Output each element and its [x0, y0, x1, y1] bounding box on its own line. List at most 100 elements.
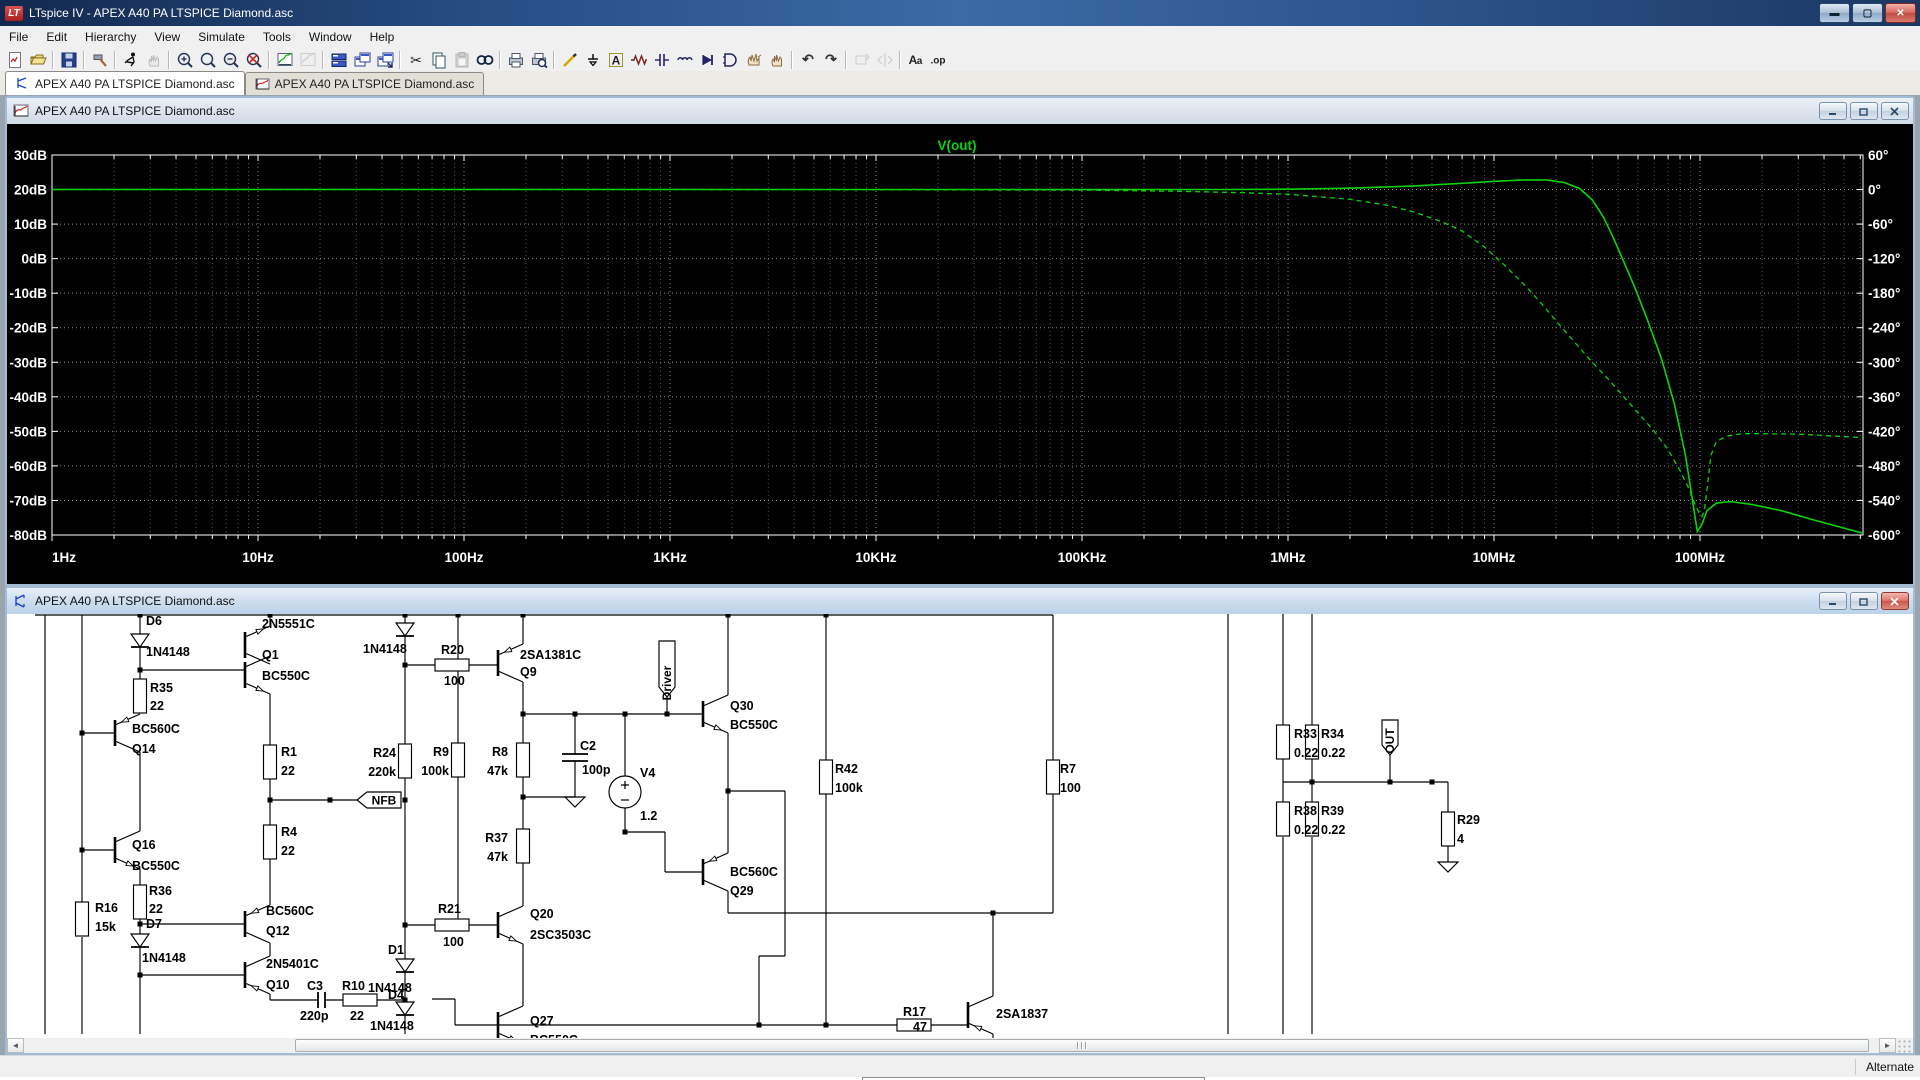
component-label[interactable]: Q27 — [530, 1014, 554, 1028]
component-label[interactable]: R9 — [433, 745, 449, 759]
zoom-rect-icon[interactable] — [196, 50, 219, 70]
component-label[interactable]: BC560C — [266, 904, 314, 918]
title-bar[interactable]: LT LTspice IV - APEX A40 PA LTSPICE Diam… — [0, 0, 1920, 26]
component-label[interactable]: 100k — [835, 781, 863, 795]
resistor-symbol[interactable] — [435, 659, 469, 671]
zoom-in-icon[interactable] — [173, 50, 196, 70]
open-folder-icon[interactable] — [26, 50, 49, 70]
menu-item-view[interactable]: View — [145, 27, 189, 47]
component-label[interactable]: R42 — [835, 762, 858, 776]
component-label[interactable]: BC550C — [730, 718, 778, 732]
new-schematic-icon[interactable] — [3, 50, 26, 70]
component-label[interactable]: 1N4148 — [142, 951, 186, 965]
component-label[interactable]: Q20 — [530, 907, 554, 921]
zoom-out-icon[interactable] — [219, 50, 242, 70]
component-label[interactable]: Q10 — [266, 978, 290, 992]
schematic-window-titlebar[interactable]: APEX A40 PA LTSPICE Diamond.asc — [7, 588, 1913, 614]
zoom-full-icon[interactable] — [242, 50, 265, 70]
scrollbar-thumb[interactable] — [295, 1039, 1869, 1052]
schematic-close-button[interactable] — [1881, 592, 1909, 610]
bode-plot[interactable]: 30dB60°20dB0°10dB-60°0dB-120°-10dB-180°-… — [7, 124, 1913, 584]
component-label[interactable]: D5 — [400, 614, 416, 615]
component-label[interactable]: Q12 — [266, 924, 290, 938]
component-label[interactable]: 22 — [150, 699, 164, 713]
component-label[interactable]: 1N4148 — [363, 642, 407, 656]
resistor-symbol[interactable] — [435, 919, 469, 931]
cascade-icon[interactable] — [350, 50, 373, 70]
waveform-close-button[interactable] — [1881, 102, 1909, 120]
component-label[interactable]: C3 — [307, 979, 323, 993]
component-label[interactable]: 220p — [300, 1009, 329, 1023]
component-label[interactable]: D7 — [146, 917, 162, 931]
component-label[interactable]: R29 — [1457, 813, 1480, 827]
component-label[interactable]: 100k — [421, 764, 449, 778]
resize-grip[interactable] — [1896, 1038, 1913, 1053]
component-label[interactable]: 22 — [149, 902, 163, 916]
component-label[interactable]: R17 — [903, 1005, 926, 1019]
document-tab-1-active[interactable]: APEX A40 PA LTSPICE Diamond.asc — [5, 71, 245, 95]
spice-directive-icon[interactable]: .op — [927, 50, 950, 70]
menu-item-simulate[interactable]: Simulate — [189, 27, 254, 47]
resistor-symbol[interactable] — [820, 760, 833, 794]
component-label[interactable]: BC560C — [132, 722, 180, 736]
component-label[interactable]: R39 — [1321, 804, 1344, 818]
resistor-symbol[interactable] — [399, 744, 412, 778]
print-preview-icon[interactable] — [527, 50, 550, 70]
print-icon[interactable] — [504, 50, 527, 70]
resistor-symbol[interactable] — [1047, 760, 1060, 794]
component-label[interactable]: R8 — [492, 745, 508, 759]
maximize-button[interactable]: ▢ — [1852, 3, 1883, 23]
component-label[interactable]: 2N5401C — [266, 957, 319, 971]
component-label[interactable]: Q16 — [132, 838, 156, 852]
undo-icon[interactable]: ↶ — [796, 50, 819, 70]
component-label[interactable]: 100p — [582, 763, 611, 777]
menu-item-window[interactable]: Window — [300, 27, 361, 47]
minimize-button[interactable]: ▬ — [1819, 3, 1850, 23]
component-label[interactable]: D6 — [146, 614, 162, 628]
component-label[interactable]: 4 — [1457, 832, 1464, 846]
menu-item-edit[interactable]: Edit — [37, 27, 76, 47]
component-label[interactable]: R38 — [1294, 804, 1317, 818]
component-label[interactable]: 100 — [1060, 781, 1081, 795]
label-icon[interactable]: A — [604, 50, 627, 70]
resistor-symbol[interactable] — [134, 885, 147, 919]
component-label[interactable]: R10 — [342, 979, 365, 993]
component-label[interactable]: R37 — [485, 831, 508, 845]
component-label[interactable]: 2SA1381C — [520, 648, 581, 662]
component-label[interactable]: R24 — [373, 746, 396, 760]
resistor-symbol[interactable] — [1442, 812, 1455, 846]
component-label[interactable]: 1.2 — [640, 809, 657, 823]
component-label[interactable]: 15k — [95, 920, 116, 934]
component-label[interactable]: 1N4148 — [146, 645, 190, 659]
component-label[interactable]: R21 — [438, 902, 461, 916]
net-flag-driver[interactable]: Driver — [659, 641, 675, 700]
component-label[interactable]: Q1 — [262, 648, 279, 662]
document-tab-2[interactable]: APEX A40 PA LTSPICE Diamond.asc — [245, 72, 485, 95]
component-label[interactable]: 47k — [487, 764, 508, 778]
close-button[interactable]: ✕ — [1885, 3, 1916, 23]
component-label[interactable]: 47 — [913, 1020, 927, 1034]
component-label[interactable]: 220k — [368, 765, 396, 779]
resistor-icon[interactable] — [627, 50, 650, 70]
component-label[interactable]: Q29 — [730, 884, 754, 898]
scroll-right-arrow[interactable]: ► — [1879, 1038, 1896, 1053]
component-label[interactable]: R4 — [281, 825, 297, 839]
ground-icon[interactable] — [581, 50, 604, 70]
component-label[interactable]: Q30 — [730, 699, 754, 713]
move-icon[interactable] — [742, 50, 765, 70]
component-icon[interactable] — [719, 50, 742, 70]
component-label[interactable]: 22 — [350, 1009, 364, 1023]
schematic-hscrollbar[interactable]: ◄ ► — [7, 1038, 1913, 1053]
resistor-symbol[interactable] — [452, 743, 465, 777]
waveform-restore-button[interactable] — [1850, 102, 1878, 120]
waveform-window-titlebar[interactable]: APEX A40 PA LTSPICE Diamond.asc — [7, 98, 1913, 124]
waveform-minimize-button[interactable] — [1819, 102, 1847, 120]
component-label[interactable]: R36 — [149, 884, 172, 898]
component-label[interactable]: C2 — [580, 739, 596, 753]
component-label[interactable]: R20 — [441, 643, 464, 657]
component-label[interactable]: R7 — [1060, 762, 1076, 776]
control-panel-icon[interactable] — [88, 50, 111, 70]
component-label[interactable]: 0.22 — [1321, 746, 1345, 760]
component-label[interactable]: 2SA1837 — [996, 1007, 1048, 1021]
component-label[interactable]: 2N5551C — [262, 617, 315, 631]
